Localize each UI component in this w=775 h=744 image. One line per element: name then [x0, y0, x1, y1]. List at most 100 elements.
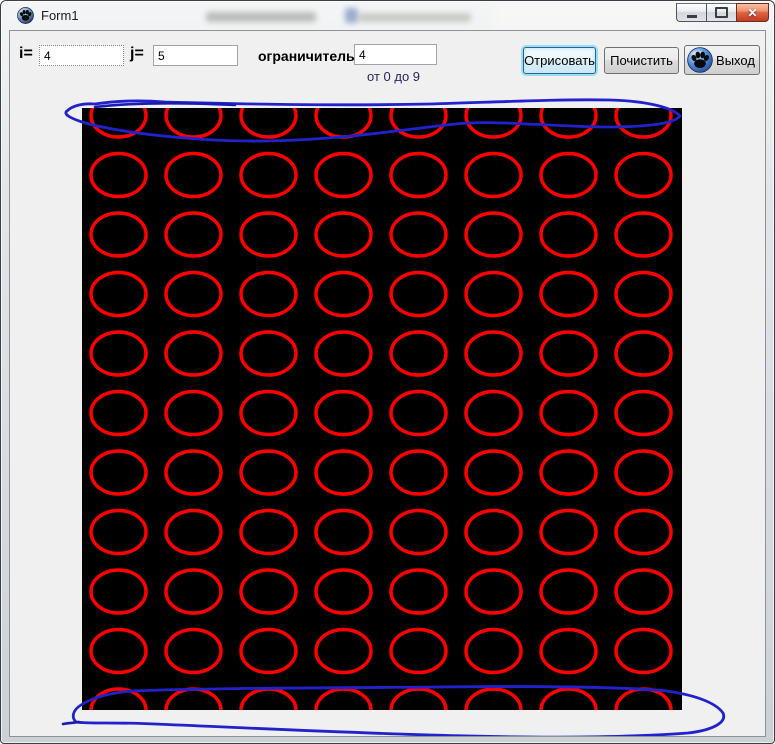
- red-ellipse: [616, 451, 671, 494]
- form-client-area: i= j= ограничитель от 0 до 9 Отрисовать …: [9, 30, 766, 737]
- red-ellipse: [91, 392, 146, 435]
- limiter-label: ограничитель: [258, 48, 355, 64]
- red-ellipse: [391, 689, 446, 710]
- blurred-background-window-icon: [345, 8, 358, 23]
- red-ellipse: [166, 273, 221, 316]
- minimize-button[interactable]: [676, 3, 707, 22]
- i-label: i=: [19, 45, 33, 63]
- red-ellipse: [616, 392, 671, 435]
- red-ellipse: [316, 154, 371, 197]
- red-ellipse: [166, 630, 221, 673]
- red-ellipse: [91, 451, 146, 494]
- window-controls: ✕: [677, 3, 769, 22]
- red-ellipse: [316, 451, 371, 494]
- exit-button[interactable]: Выход: [684, 45, 760, 75]
- red-ellipse: [166, 570, 221, 613]
- red-ellipse: [316, 213, 371, 256]
- red-ellipse: [241, 570, 296, 613]
- app-window: Form1 ✕ i= j= ограничитель от 0 до 9 Отр…: [0, 0, 775, 744]
- red-ellipse: [91, 273, 146, 316]
- red-ellipse: [466, 511, 521, 554]
- red-ellipse: [466, 108, 521, 137]
- red-ellipse: [91, 689, 146, 710]
- red-ellipse: [166, 108, 221, 137]
- paw-icon: [687, 47, 713, 73]
- limiter-input[interactable]: [354, 44, 437, 65]
- red-ellipse: [91, 630, 146, 673]
- red-ellipse: [541, 273, 596, 316]
- red-ellipse: [466, 332, 521, 375]
- red-ellipse: [316, 511, 371, 554]
- blurred-background-window-text: [359, 13, 471, 22]
- drawing-canvas[interactable]: [82, 108, 682, 710]
- red-ellipse: [241, 273, 296, 316]
- red-ellipse: [91, 154, 146, 197]
- i-input[interactable]: [39, 45, 124, 66]
- titlebar[interactable]: Form1 ✕: [1, 1, 774, 30]
- red-ellipse: [616, 630, 671, 673]
- red-ellipse: [166, 689, 221, 710]
- close-icon: ✕: [747, 7, 757, 19]
- red-ellipse: [391, 108, 446, 137]
- red-ellipse: [241, 213, 296, 256]
- red-ellipse: [466, 689, 521, 710]
- window-title: Form1: [41, 8, 79, 23]
- red-ellipse: [541, 511, 596, 554]
- draw-button[interactable]: Отрисовать: [523, 47, 596, 74]
- red-ellipse: [541, 154, 596, 197]
- red-ellipse: [466, 154, 521, 197]
- red-ellipse: [316, 570, 371, 613]
- red-ellipse: [241, 689, 296, 710]
- red-ellipse: [91, 108, 146, 137]
- red-ellipse: [391, 511, 446, 554]
- red-ellipse: [391, 451, 446, 494]
- red-ellipse: [466, 392, 521, 435]
- close-button[interactable]: ✕: [736, 3, 769, 22]
- red-ellipse: [616, 570, 671, 613]
- clear-button[interactable]: Почистить: [604, 47, 679, 74]
- red-ellipse: [466, 451, 521, 494]
- paw-icon: [17, 7, 34, 24]
- red-ellipse: [616, 154, 671, 197]
- red-ellipse: [91, 511, 146, 554]
- red-ellipse: [316, 332, 371, 375]
- red-ellipse: [616, 332, 671, 375]
- red-ellipse: [541, 332, 596, 375]
- red-ellipse: [91, 570, 146, 613]
- red-ellipse: [541, 213, 596, 256]
- exit-button-label: Выход: [716, 53, 755, 68]
- red-ellipse: [616, 273, 671, 316]
- red-ellipse: [91, 213, 146, 256]
- red-ellipse: [91, 332, 146, 375]
- red-ellipse: [391, 154, 446, 197]
- red-ellipse: [391, 630, 446, 673]
- red-ellipse: [466, 630, 521, 673]
- red-ellipse: [241, 332, 296, 375]
- red-ellipse: [166, 511, 221, 554]
- red-ellipse: [391, 332, 446, 375]
- red-ellipse: [316, 392, 371, 435]
- red-ellipse: [316, 689, 371, 710]
- red-ellipse: [616, 213, 671, 256]
- red-ellipse: [541, 392, 596, 435]
- red-ellipse: [316, 630, 371, 673]
- red-ellipse: [241, 630, 296, 673]
- maximize-icon: [715, 7, 728, 18]
- red-ellipse: [466, 570, 521, 613]
- maximize-button[interactable]: [706, 3, 737, 22]
- red-ellipse: [541, 689, 596, 710]
- blurred-background-window-text: [206, 12, 316, 22]
- red-ellipse: [316, 273, 371, 316]
- j-input[interactable]: [153, 45, 238, 66]
- red-ellipse: [466, 273, 521, 316]
- red-ellipse: [241, 511, 296, 554]
- red-ellipse: [241, 108, 296, 137]
- red-ellipse: [241, 451, 296, 494]
- red-ellipse: [541, 108, 596, 137]
- titlebar-glass-highlight: [491, 3, 691, 29]
- red-ellipse: [166, 332, 221, 375]
- red-ellipse: [391, 273, 446, 316]
- red-ellipse: [391, 570, 446, 613]
- red-ellipse: [166, 451, 221, 494]
- red-ellipse: [241, 154, 296, 197]
